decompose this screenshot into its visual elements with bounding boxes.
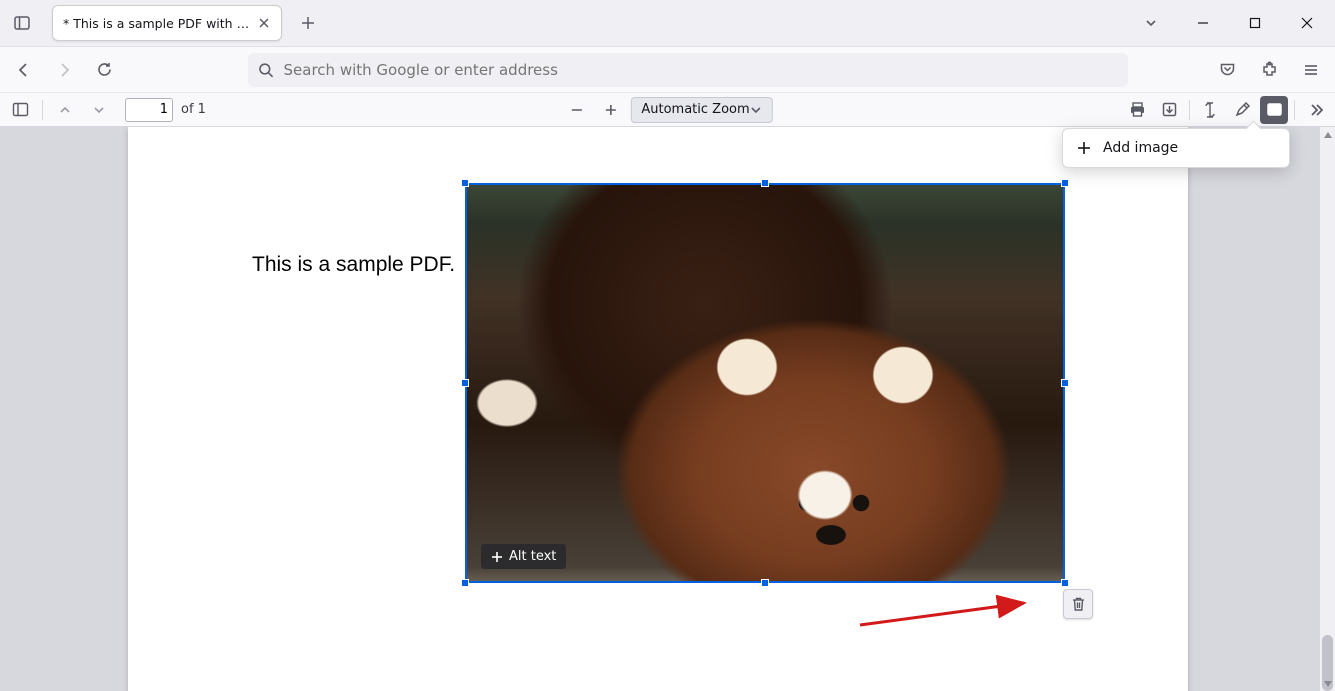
save-to-pocket-button[interactable] bbox=[1211, 54, 1243, 86]
separator bbox=[42, 100, 43, 120]
resize-handle-top-middle[interactable] bbox=[761, 179, 769, 187]
chevron-down-icon bbox=[92, 103, 106, 117]
resize-handle-middle-left[interactable] bbox=[461, 379, 469, 387]
print-icon bbox=[1129, 101, 1146, 118]
resize-handle-middle-right[interactable] bbox=[1061, 379, 1069, 387]
page-number-control: of 1 bbox=[125, 98, 206, 122]
chevron-down-icon bbox=[1323, 679, 1333, 689]
pocket-icon bbox=[1219, 61, 1236, 78]
download-button[interactable] bbox=[1155, 96, 1183, 124]
zoom-out-button[interactable] bbox=[562, 96, 590, 124]
plus-icon bbox=[603, 103, 617, 117]
alt-text-button[interactable]: Alt text bbox=[481, 544, 566, 569]
window-maximize-icon bbox=[1249, 17, 1261, 29]
text-tool-button[interactable] bbox=[1196, 96, 1224, 124]
titlebar-right bbox=[1137, 9, 1327, 37]
app-menu-button[interactable] bbox=[1295, 54, 1327, 86]
pdf-canvas-area[interactable]: This is a sample PDF. Alt text bbox=[0, 127, 1320, 691]
extensions-icon bbox=[1261, 61, 1278, 78]
draw-tool-button[interactable] bbox=[1228, 96, 1256, 124]
separator bbox=[1189, 100, 1190, 120]
inserted-image-selection[interactable]: Alt text bbox=[465, 183, 1065, 583]
zoom-controls: Automatic Zoom bbox=[562, 96, 772, 124]
chevron-up-icon bbox=[58, 103, 72, 117]
window-minimize-icon bbox=[1197, 17, 1209, 29]
titlebar: * This is a sample PDF with an imag bbox=[0, 0, 1335, 47]
zoom-select[interactable]: Automatic Zoom bbox=[630, 97, 772, 123]
chevron-down-icon bbox=[750, 104, 762, 116]
window-close-icon bbox=[1301, 17, 1313, 29]
reload-button[interactable] bbox=[88, 54, 120, 86]
sidebar-icon bbox=[13, 14, 31, 32]
text-tool-icon bbox=[1202, 101, 1218, 119]
new-tab-button[interactable] bbox=[292, 7, 324, 39]
extensions-button[interactable] bbox=[1253, 54, 1285, 86]
plus-icon bbox=[301, 16, 315, 30]
previous-page-button[interactable] bbox=[51, 96, 79, 124]
more-icon bbox=[1307, 102, 1323, 118]
browser-tab[interactable]: * This is a sample PDF with an imag bbox=[52, 5, 282, 41]
forward-button[interactable] bbox=[48, 54, 80, 86]
address-bar[interactable] bbox=[248, 53, 1128, 87]
resize-handle-bottom-left[interactable] bbox=[461, 579, 469, 587]
separator bbox=[1294, 100, 1295, 120]
pdf-toolbar-right bbox=[1123, 96, 1329, 124]
nav-right bbox=[1211, 54, 1327, 86]
plus-icon bbox=[1077, 141, 1091, 155]
scroll-down-button[interactable] bbox=[1320, 676, 1335, 691]
back-button[interactable] bbox=[8, 54, 40, 86]
firefox-view-button[interactable] bbox=[8, 9, 36, 37]
window-maximize-button[interactable] bbox=[1241, 9, 1269, 37]
print-button[interactable] bbox=[1123, 96, 1151, 124]
list-all-tabs-button[interactable] bbox=[1137, 9, 1165, 37]
chevron-up-icon bbox=[1323, 130, 1333, 140]
tab-title: * This is a sample PDF with an imag bbox=[63, 16, 250, 31]
forward-icon bbox=[55, 61, 73, 79]
pdf-page[interactable]: This is a sample PDF. Alt text bbox=[128, 127, 1188, 691]
tab-close-button[interactable] bbox=[258, 15, 271, 31]
zoom-in-button[interactable] bbox=[596, 96, 624, 124]
resize-handle-top-right[interactable] bbox=[1061, 179, 1069, 187]
add-image-label: Add image bbox=[1103, 140, 1178, 156]
menu-icon bbox=[1303, 62, 1319, 78]
delete-image-button[interactable] bbox=[1063, 589, 1093, 619]
zoom-select-label: Automatic Zoom bbox=[641, 102, 749, 117]
close-icon bbox=[258, 17, 270, 29]
resize-handle-top-left[interactable] bbox=[461, 179, 469, 187]
navbar bbox=[0, 47, 1335, 93]
add-image-item[interactable]: Add image bbox=[1063, 129, 1289, 167]
minus-icon bbox=[569, 103, 583, 117]
scroll-up-button[interactable] bbox=[1320, 127, 1335, 142]
search-icon bbox=[258, 62, 274, 78]
download-icon bbox=[1161, 101, 1178, 118]
more-tools-button[interactable] bbox=[1301, 96, 1329, 124]
pdf-body-text: This is a sample PDF. bbox=[252, 253, 455, 277]
resize-handle-bottom-middle[interactable] bbox=[761, 579, 769, 587]
back-icon bbox=[15, 61, 33, 79]
page-count-label: of 1 bbox=[181, 102, 206, 117]
plus-icon bbox=[491, 551, 503, 563]
window-minimize-button[interactable] bbox=[1189, 9, 1217, 37]
resize-handle-bottom-right[interactable] bbox=[1061, 579, 1069, 587]
next-page-button[interactable] bbox=[85, 96, 113, 124]
trash-icon bbox=[1071, 596, 1086, 612]
vertical-scrollbar[interactable] bbox=[1320, 127, 1335, 691]
address-input[interactable] bbox=[284, 61, 1118, 79]
pdf-toolbar: of 1 Automatic Zoom bbox=[0, 93, 1335, 127]
page-number-input[interactable] bbox=[125, 98, 173, 122]
chevron-down-icon bbox=[1144, 16, 1158, 30]
draw-tool-icon bbox=[1234, 101, 1251, 118]
image-tool-button[interactable] bbox=[1260, 96, 1288, 124]
inserted-image[interactable] bbox=[465, 183, 1065, 583]
alt-text-label: Alt text bbox=[509, 549, 556, 564]
toggle-sidebar-icon bbox=[12, 101, 29, 118]
window-close-button[interactable] bbox=[1293, 9, 1321, 37]
image-tool-icon bbox=[1266, 101, 1283, 118]
toggle-sidebar-button[interactable] bbox=[6, 96, 34, 124]
image-tool-dropdown: Add image bbox=[1062, 128, 1290, 168]
reload-icon bbox=[96, 61, 113, 78]
